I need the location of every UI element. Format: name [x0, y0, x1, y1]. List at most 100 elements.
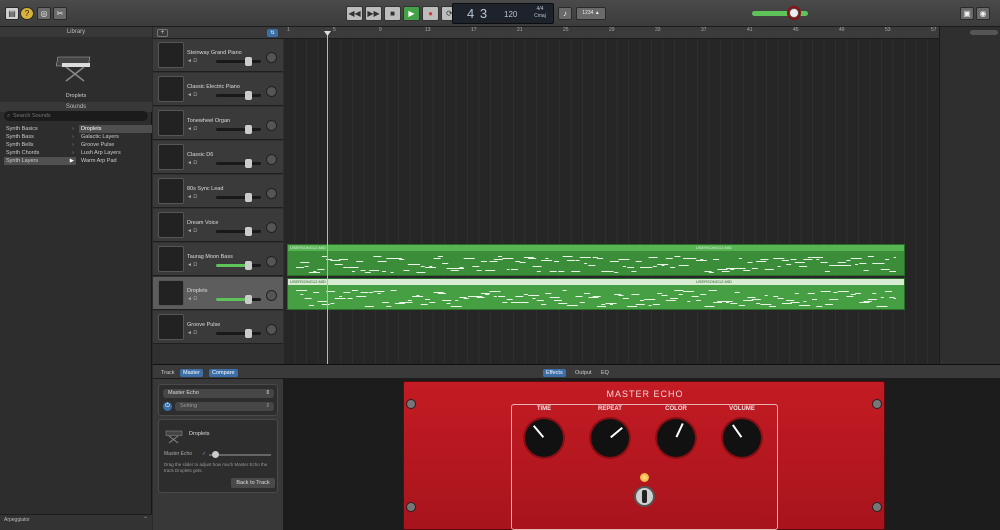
headphones-icon[interactable]: Ω [193, 296, 197, 302]
mute-icon[interactable]: ◄ [187, 262, 192, 268]
mute-icon[interactable]: ◄ [187, 126, 192, 132]
track-header[interactable]: Classic Electric Piano ◄ Ω [153, 73, 283, 106]
send-slider-knob[interactable] [212, 451, 219, 458]
pan-knob[interactable] [266, 188, 277, 199]
track-volume-knob[interactable] [245, 227, 253, 236]
help-button[interactable]: ? [20, 7, 34, 20]
pan-knob[interactable] [266, 86, 277, 97]
ruler-slider[interactable] [970, 30, 998, 35]
smart-controls-button[interactable]: ◎ [37, 7, 51, 20]
headphones-icon[interactable]: Ω [193, 330, 197, 336]
tuner-button[interactable]: ♪ [558, 7, 572, 20]
bypass-toggle-switch[interactable] [634, 486, 655, 507]
track-header[interactable]: Droplets ◄ Ω [153, 277, 283, 310]
track-volume-knob[interactable] [245, 295, 253, 304]
midi-region[interactable]: USERSONG12.MID USERSONG12.MID [287, 278, 905, 310]
play-button[interactable]: ▶ [403, 6, 420, 21]
category-synth-bass[interactable]: Synth Bass › [4, 133, 76, 141]
headphones-icon[interactable]: Ω [193, 262, 197, 268]
stop-button[interactable]: ■ [384, 6, 401, 21]
tab-master[interactable]: Master [180, 369, 203, 377]
track-volume-knob[interactable] [245, 125, 253, 134]
pan-knob[interactable] [266, 222, 277, 233]
playhead[interactable] [324, 31, 331, 364]
track-volume-slider[interactable] [216, 193, 261, 202]
pan-knob[interactable] [266, 154, 277, 165]
effect-popup[interactable]: Master Echo ⇕ [163, 389, 274, 398]
repeat-knob[interactable] [591, 419, 629, 457]
add-track-button[interactable]: + [157, 29, 168, 37]
mute-icon[interactable]: ◄ [187, 160, 192, 166]
smart-tempo-button[interactable]: ⇅ [267, 29, 278, 37]
master-volume-slider[interactable] [752, 8, 808, 18]
rewind-button[interactable]: ◀◀ [346, 6, 363, 21]
pan-knob[interactable] [266, 120, 277, 131]
editors-button[interactable]: ✂ [53, 7, 67, 20]
track-volume-slider[interactable] [216, 91, 261, 100]
fast-forward-button[interactable]: ▶▶ [365, 6, 382, 21]
mute-icon[interactable]: ◄ [187, 330, 192, 336]
timeline-ruler[interactable]: 1 5 9 13 17 21 25 29 33 37 41 45 49 53 57 [283, 27, 939, 39]
category-synth-chords[interactable]: Synth Chords › [4, 149, 76, 157]
headphones-icon[interactable]: Ω [193, 92, 197, 98]
mute-icon[interactable]: ◄ [187, 228, 192, 234]
count-in-button[interactable]: 1234 ▲ [576, 7, 606, 20]
headphones-icon[interactable]: Ω [193, 160, 197, 166]
library-button[interactable]: ▤ [5, 7, 19, 20]
mute-icon[interactable]: ◄ [187, 296, 192, 302]
sound-galactic-layers[interactable]: Galactic Layers [79, 133, 152, 141]
category-synth-layers[interactable]: Synth Layers ▶ [4, 157, 76, 165]
notepad-button[interactable]: ▣ [960, 7, 974, 20]
track-volume-slider[interactable] [216, 329, 261, 338]
send-slider[interactable] [209, 451, 271, 458]
track-volume-knob[interactable] [245, 91, 253, 100]
headphones-icon[interactable]: Ω [193, 228, 197, 234]
headphones-icon[interactable]: Ω [193, 126, 197, 132]
color-knob[interactable] [657, 419, 695, 457]
mute-icon[interactable]: ◄ [187, 58, 192, 64]
track-header[interactable]: Dream Voice ◄ Ω [153, 209, 283, 242]
mute-icon[interactable]: ◄ [187, 194, 192, 200]
track-volume-knob[interactable] [245, 261, 253, 270]
tab-effects[interactable]: Effects [543, 369, 566, 377]
master-volume-knob[interactable] [789, 8, 799, 18]
time-knob[interactable] [525, 419, 563, 457]
pan-knob[interactable] [266, 324, 277, 335]
track-header[interactable]: Taurag Moon Bass ◄ Ω [153, 243, 283, 276]
category-synth-basics[interactable]: Synth Basics › [4, 125, 76, 133]
headphones-icon[interactable]: Ω [193, 194, 197, 200]
track-volume-knob[interactable] [245, 159, 253, 168]
sound-droplets[interactable]: Droplets [79, 125, 152, 133]
track-volume-knob[interactable] [245, 57, 253, 66]
track-volume-slider[interactable] [216, 227, 261, 236]
sound-groove-pulse[interactable]: Groove Pulse [79, 141, 152, 149]
track-volume-slider[interactable] [216, 125, 261, 134]
pan-knob[interactable] [266, 290, 277, 301]
headphones-icon[interactable]: Ω [193, 58, 197, 64]
send-enable-checkbox[interactable]: ✓ [202, 451, 206, 457]
sound-search-input[interactable]: ⌕ Search Sounds [4, 111, 148, 121]
track-header[interactable]: Groove Pulse ◄ Ω [153, 311, 283, 344]
tab-output[interactable]: Output [572, 369, 595, 377]
loop-browser-button[interactable]: ◉ [976, 7, 990, 20]
tab-eq[interactable]: EQ [598, 369, 612, 377]
back-to-track-button[interactable]: Back to Track [231, 478, 275, 488]
track-header[interactable]: Classic D6 ◄ Ω [153, 141, 283, 174]
volume-knob[interactable] [723, 419, 761, 457]
sound-lush-arp-layers[interactable]: Lush Arp Layers [79, 149, 152, 157]
track-volume-slider[interactable] [216, 159, 261, 168]
lcd-display[interactable]: 4 3 120 4/4 Cmaj [452, 3, 554, 24]
setting-popup[interactable]: Setting ⇕ [175, 402, 274, 411]
track-header[interactable]: Tonewheel Organ ◄ Ω [153, 107, 283, 140]
mute-icon[interactable]: ◄ [187, 92, 192, 98]
tab-track[interactable]: Track [158, 369, 178, 377]
pan-knob[interactable] [266, 256, 277, 267]
midi-region[interactable]: USERSONG12.MID USERSONG12.MID [287, 244, 905, 276]
track-header[interactable]: 80s Sync Lead ◄ Ω [153, 175, 283, 208]
track-volume-slider[interactable] [216, 261, 261, 270]
pan-knob[interactable] [266, 52, 277, 63]
track-volume-slider[interactable] [216, 57, 261, 66]
track-volume-slider[interactable] [216, 295, 261, 304]
effect-power-button[interactable]: ⏻ [163, 402, 172, 411]
arrange-area[interactable] [283, 39, 939, 364]
